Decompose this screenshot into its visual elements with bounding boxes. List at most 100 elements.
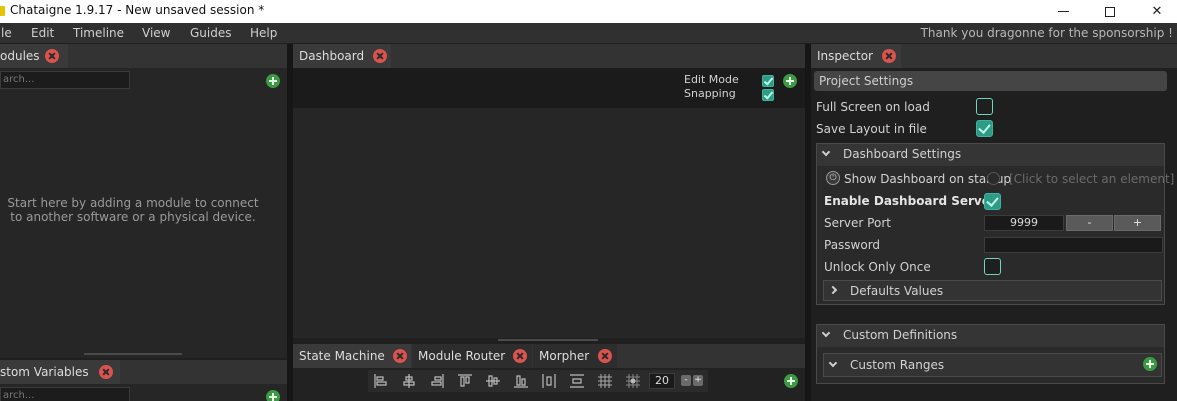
menu-file[interactable]: le [1,26,12,40]
align-right-icon[interactable] [429,373,445,389]
align-center-h-icon[interactable] [401,373,417,389]
menu-edit[interactable]: Edit [31,26,54,40]
full-screen-checkbox[interactable] [976,98,993,115]
server-port-input[interactable]: 9999 [984,215,1064,231]
close-icon[interactable] [882,49,896,63]
password-input[interactable] [984,237,1163,253]
grid-size-decrement-button[interactable]: - [681,375,691,386]
tab-inspector[interactable]: Inspector [811,44,901,68]
edit-mode-label: Edit Mode [684,73,739,86]
minimize-button[interactable] [1040,0,1086,23]
power-icon[interactable]: ⏻ [826,171,840,185]
tab-custom-variables[interactable]: stom Variables [0,360,120,384]
project-settings-header[interactable]: Project Settings [814,71,1167,91]
close-icon[interactable] [513,349,527,363]
maximize-button[interactable] [1087,0,1133,23]
password-label: Password [824,238,881,252]
distribute-h-icon[interactable] [541,373,557,389]
dashboard-settings-title: Dashboard Settings [843,147,962,161]
enable-server-checkbox[interactable] [984,193,1001,210]
add-variable-icon[interactable] [266,390,280,401]
tab-module-router[interactable]: Module Router [412,344,532,368]
align-center-v-icon[interactable] [485,373,501,389]
tab-modules[interactable]: odules [0,44,68,68]
tab-state-machine-label: State Machine [299,349,385,363]
menu-timeline[interactable]: Timeline [73,26,124,40]
menu-view[interactable]: View [142,26,170,40]
custom-variables-tabbar: stom Variables [0,360,287,384]
custom-variables-search-input[interactable]: arch... [0,387,130,401]
defaults-values-label: Defaults Values [850,284,944,298]
custom-definitions-title: Custom Definitions [843,328,958,342]
add-dashboard-icon[interactable] [783,74,797,88]
unlock-once-label: Unlock Only Once [824,260,931,274]
align-bottom-icon[interactable] [513,373,529,389]
close-icon[interactable] [373,49,387,63]
port-increment-button[interactable]: + [1114,215,1161,231]
custom-ranges-section[interactable]: Custom Ranges [823,353,1162,377]
chevron-down-icon [828,358,838,368]
show-on-startup-label: Show Dashboard on startup [844,172,1012,186]
save-layout-checkbox[interactable] [976,120,993,137]
defaults-values-section[interactable]: Defaults Values [823,280,1162,301]
close-window-button[interactable]: ✕ [1134,0,1177,23]
edit-mode-checkbox[interactable] [762,75,774,87]
port-decrement-button[interactable]: - [1066,215,1113,231]
chevron-down-icon [821,328,831,338]
dashboard-panel: Dashboard Edit Mode Snapping [293,44,805,342]
dashboard-tabbar: Dashboard [293,44,805,68]
chevron-down-icon [821,147,831,157]
target-icon[interactable] [987,172,1000,185]
grid-icon[interactable] [597,373,613,389]
tab-morpher[interactable]: Morpher [533,344,617,368]
tab-state-machine[interactable]: State Machine [293,344,411,368]
snapping-checkbox[interactable] [762,89,774,101]
grid-size-increment-button[interactable]: + [693,375,703,386]
menu-guides[interactable]: Guides [190,26,232,40]
dashboard-canvas[interactable] [293,108,805,338]
window-title: Chataigne 1.9.17 - New unsaved session * [10,3,265,17]
add-range-icon[interactable] [1143,357,1157,371]
chevron-right-icon [828,285,838,295]
align-left-icon[interactable] [373,373,389,389]
enable-server-label: Enable Dashboard Server [824,194,996,208]
distribute-v-icon[interactable] [569,373,585,389]
menu-bar: le Edit Timeline View Guides Help Thank … [0,23,1177,43]
app-icon [0,6,5,16]
bottom-tabbar: State Machine Module Router Morpher [293,344,805,368]
align-top-icon[interactable] [457,373,473,389]
sponsor-message: Thank you dragonne for the sponsorship ! [920,26,1173,40]
modules-panel: odules arch... Start here by adding a mo… [0,44,287,358]
inspector-panel: Inspector Project Settings Full Screen o… [811,44,1177,401]
inspector-tabbar: Inspector [811,44,1177,68]
close-icon[interactable] [99,365,113,379]
menu-help[interactable]: Help [250,26,277,40]
custom-definitions-header[interactable]: Custom Definitions [817,325,1164,347]
modules-search-input[interactable]: arch... [0,71,130,89]
unlock-once-checkbox[interactable] [984,258,1001,275]
modules-empty-hint: Start here by adding a module to connect… [7,196,259,224]
add-state-icon[interactable] [784,374,798,388]
grid-size-input[interactable]: 20 [649,373,675,389]
tab-dashboard[interactable]: Dashboard [293,44,391,68]
dashboard-settings-header[interactable]: Dashboard Settings [817,144,1164,166]
tab-modules-label: odules [0,49,40,63]
tab-custom-variables-label: stom Variables [0,365,89,379]
close-icon[interactable] [45,49,59,63]
tab-inspector-label: Inspector [817,49,873,63]
tab-dashboard-label: Dashboard [299,49,365,63]
grid-snap-icon[interactable] [625,373,641,389]
resize-grip[interactable] [84,353,182,355]
close-icon[interactable] [393,349,407,363]
tab-module-router-label: Module Router [418,349,506,363]
server-port-label: Server Port [824,216,891,230]
close-icon[interactable] [598,349,612,363]
title-bar: Chataigne 1.9.17 - New unsaved session *… [0,0,1177,23]
maximize-icon [1105,6,1115,17]
close-icon: ✕ [1151,4,1163,19]
resize-grip[interactable] [498,339,598,341]
modules-tabbar: odules [0,44,287,68]
add-module-icon[interactable] [266,74,280,88]
tab-morpher-label: Morpher [539,349,590,363]
element-selector[interactable]: [Click to select an element] [1009,172,1174,186]
